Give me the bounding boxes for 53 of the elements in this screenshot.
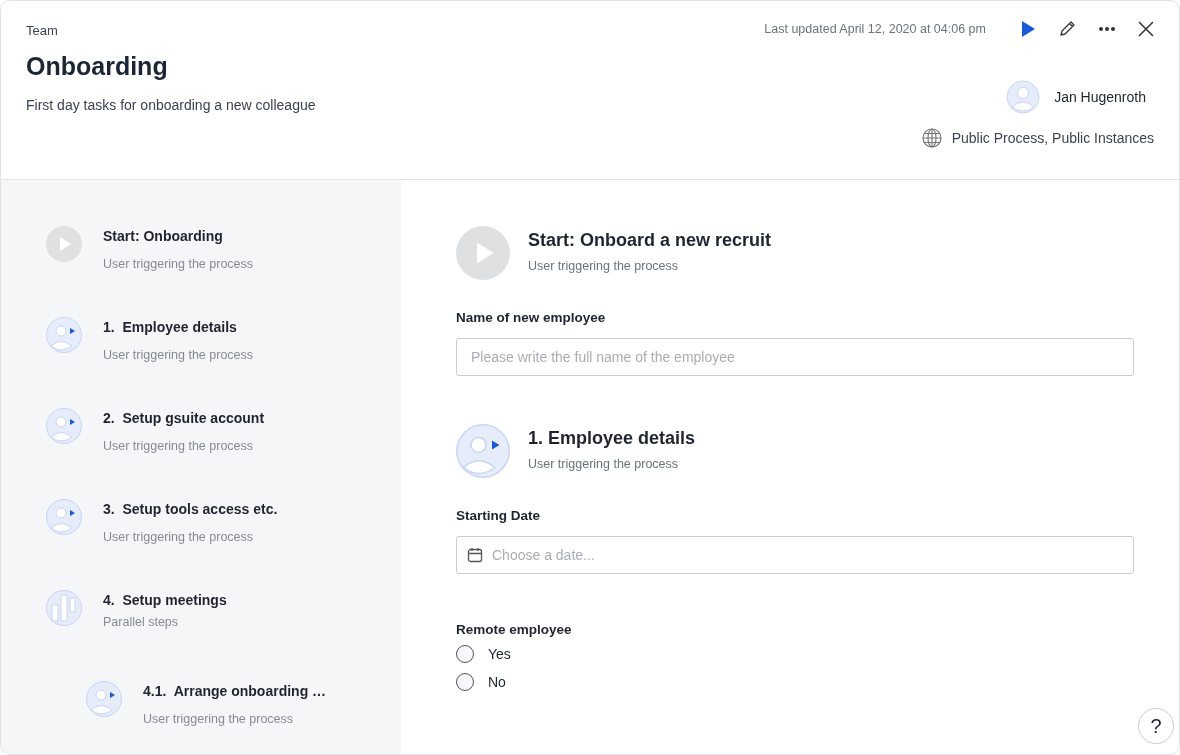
calendar-icon <box>467 547 483 563</box>
user-step-icon <box>46 317 82 353</box>
option-label: No <box>488 674 506 690</box>
step-subtitle: User triggering the process <box>103 439 255 453</box>
step-title: 4. Setup meetings <box>103 592 227 608</box>
date-input[interactable]: Choose a date... <box>456 536 1134 574</box>
process-description: First day tasks for onboarding a new colleague <box>26 97 316 113</box>
user-step-icon <box>46 499 82 535</box>
last-updated-text: Last updated April 12, 2020 at 04:06 pm <box>764 22 986 36</box>
owner-name: Jan Hugenroth <box>1054 89 1146 105</box>
step-subtitle: User triggering the process <box>103 257 254 271</box>
step-title: 2. Setup gsuite account <box>103 410 265 426</box>
play-icon[interactable] <box>1020 20 1036 38</box>
avatar-icon <box>1006 80 1041 114</box>
field-label: Starting Date <box>456 508 541 523</box>
edit-icon[interactable] <box>1058 20 1076 38</box>
user-step-icon <box>46 408 82 444</box>
visibility-text: Public Process, Public Instances <box>951 130 1154 146</box>
field-label: Remote employee <box>456 622 573 637</box>
radio-button[interactable] <box>456 645 474 663</box>
user-step-icon <box>456 424 510 478</box>
close-icon[interactable] <box>1138 21 1154 37</box>
step-subtitle: User triggering the process <box>103 348 254 362</box>
step-title: 3. Setup tools access etc. <box>103 501 278 517</box>
step-subtitle: User triggering the process <box>528 457 680 471</box>
step-title: 4.1. Arrange onboarding … <box>143 683 327 699</box>
name-input[interactable]: Please write the full name of the employee <box>456 338 1134 376</box>
step-item[interactable]: 4.1. Arrange onboarding … User triggering the process <box>1 681 401 754</box>
step-subtitle: User triggering the process <box>528 259 680 273</box>
process-title: Onboarding <box>26 52 169 81</box>
help-button[interactable]: ? <box>1138 708 1174 744</box>
step-heading: 1. Employee details <box>528 428 696 449</box>
step-title: Start: Onboarding <box>103 228 224 244</box>
globe-icon <box>921 128 942 148</box>
step-title: 1. Employee details <box>103 319 238 335</box>
step-item[interactable]: 3. Setup tools access etc. User triggering the process <box>1 499 401 590</box>
more-icon[interactable] <box>1098 26 1116 32</box>
user-step-icon <box>86 681 122 717</box>
step-item[interactable]: 2. Setup gsuite account User triggering the process <box>1 408 401 499</box>
team-label: Team <box>26 23 59 38</box>
step-heading: Start: Onboard a new recruit <box>528 230 772 251</box>
step-item[interactable]: 1. Employee details User triggering the process <box>1 317 401 408</box>
play-circle-icon <box>46 226 82 262</box>
field-label: Name of new employee <box>456 310 607 325</box>
step-subtitle: User triggering the process <box>143 712 295 726</box>
step-item[interactable]: 4. Setup meetings Parallel steps <box>1 590 401 681</box>
parallel-steps-icon <box>46 590 82 626</box>
option-label: Yes <box>488 646 511 662</box>
step-item[interactable]: Start: Onboarding User triggering the process <box>1 226 401 317</box>
step-subtitle: User triggering the process <box>103 530 255 544</box>
play-circle-icon <box>456 226 510 280</box>
radio-button[interactable] <box>456 673 474 691</box>
step-subtitle: Parallel steps <box>103 615 180 629</box>
